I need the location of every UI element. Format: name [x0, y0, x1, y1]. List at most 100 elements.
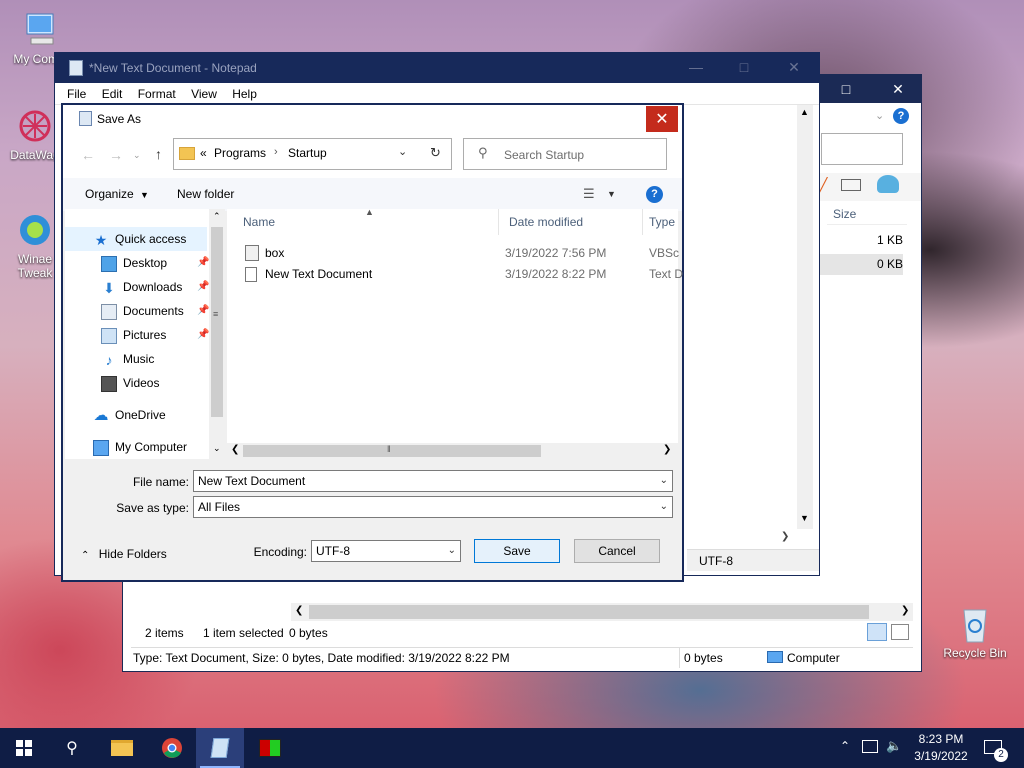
refresh-icon[interactable]: ↻	[430, 145, 441, 161]
taskbar-file-explorer[interactable]	[98, 728, 146, 768]
nav-item-quick-access[interactable]: ★ Quick access	[93, 228, 187, 250]
chevron-up-icon[interactable]: ⌃	[840, 739, 850, 753]
organize-label: Organize	[85, 187, 134, 201]
scroll-left-icon[interactable]: ❮	[295, 605, 303, 616]
chevron-down-icon[interactable]: ⌄	[660, 471, 668, 491]
scroll-down-icon[interactable]: ▼	[800, 513, 809, 523]
nav-item-documents[interactable]: Documents 📌	[101, 300, 225, 322]
nav-item-videos[interactable]: Videos	[101, 372, 159, 394]
hide-folders-label: Hide Folders	[98, 547, 167, 561]
file-row[interactable]: New Text Document 3/19/2022 8:22 PM Text…	[233, 264, 683, 285]
up-arrow-icon[interactable]: ↑	[155, 146, 162, 162]
breadcrumb-programs[interactable]: Programs	[214, 146, 266, 160]
chevron-down-icon[interactable]: ⌄	[875, 109, 884, 122]
view-dropdown-icon[interactable]: ▼	[607, 189, 616, 199]
notepad-close-button[interactable]: ✕	[771, 53, 817, 81]
explorer-maximize-button[interactable]: □	[823, 75, 869, 103]
edit-icon[interactable]: ╱	[819, 177, 827, 194]
scroll-thumb[interactable]	[211, 227, 223, 417]
pictures-icon	[101, 327, 117, 344]
save-button[interactable]: Save	[474, 539, 560, 563]
breadcrumb[interactable]: « Programs › Startup ⌄ ↻	[173, 138, 452, 170]
taskbar-notepad[interactable]	[196, 728, 244, 768]
column-header-type[interactable]: Type	[643, 209, 678, 235]
explorer-horizontal-scrollbar[interactable]: ❮ ❯	[291, 603, 913, 621]
breadcrumb-startup[interactable]: Startup	[288, 146, 327, 160]
save-as-type-label: Save as type:	[116, 501, 189, 515]
folder-icon	[111, 740, 133, 756]
encoding-select[interactable]: UTF-8 ⌄	[311, 540, 461, 562]
file-list-pane: ▲ Name Date modified Type box 3/19/2022 …	[227, 207, 683, 459]
notepad-minimize-button[interactable]: —	[673, 53, 719, 81]
explorer-details-bar: Type: Text Document, Size: 0 bytes, Date…	[131, 647, 913, 668]
file-list-horizontal-scrollbar[interactable]: ❮ ‖ ❯	[227, 443, 678, 459]
scroll-down-icon[interactable]: ⌄	[213, 443, 221, 454]
clock-time: 8:23 PM	[918, 732, 964, 746]
nav-item-desktop[interactable]: Desktop 📌	[101, 252, 225, 274]
explorer-search-box[interactable]	[821, 133, 903, 165]
breadcrumb-dropdown-icon[interactable]: ⌄	[398, 145, 407, 158]
view-options-icon[interactable]: ☰	[583, 186, 595, 202]
column-header-date-modified[interactable]: Date modified	[499, 209, 643, 235]
clock[interactable]: 8:23 PM 3/19/2022	[906, 732, 976, 763]
recent-locations-icon[interactable]: ⌄	[133, 150, 141, 161]
navigation-scrollbar[interactable]: ⌃ ≡ ⌄	[209, 209, 225, 459]
notepad-scroll-right-icon[interactable]: ❯	[781, 531, 789, 542]
organize-button[interactable]: Organize ▼	[85, 187, 149, 201]
start-button[interactable]	[0, 728, 48, 768]
scroll-right-icon[interactable]: ❯	[901, 605, 909, 616]
explorer-close-button[interactable]: ✕	[875, 75, 921, 103]
nav-item-downloads[interactable]: ⬇ Downloads 📌	[101, 276, 225, 298]
nav-item-onedrive[interactable]: ☁ OneDrive	[93, 404, 166, 426]
forward-arrow-icon[interactable]: →	[109, 147, 123, 163]
menu-help[interactable]: Help	[226, 83, 263, 105]
chevron-down-icon[interactable]: ⌄	[448, 541, 456, 561]
network-icon[interactable]	[862, 740, 878, 753]
save-as-type-select[interactable]: All Files ⌄	[193, 496, 673, 518]
dialog-close-button[interactable]: ✕	[646, 106, 678, 134]
breadcrumb-prefix[interactable]: «	[200, 146, 207, 160]
scroll-up-icon[interactable]: ▲	[800, 107, 809, 117]
search-input[interactable]: ⚲ Search Startup	[463, 138, 667, 170]
file-name-input[interactable]: New Text Document ⌄	[193, 470, 673, 492]
file-row[interactable]: box 3/19/2022 7:56 PM VBSc	[233, 243, 679, 264]
menu-view[interactable]: View	[185, 83, 223, 105]
taskbar-chrome[interactable]	[148, 728, 196, 768]
desktop-icon-recycle-bin[interactable]: Recycle Bin	[940, 604, 1010, 660]
menu-file[interactable]: File	[61, 83, 92, 105]
details-view-icon[interactable]	[867, 623, 887, 641]
large-icons-view-icon[interactable]	[891, 624, 909, 640]
pin-icon: 📌	[197, 257, 210, 268]
nav-item-music[interactable]: ♪ Music	[101, 348, 155, 370]
scroll-thumb[interactable]	[309, 605, 869, 619]
menu-format[interactable]: Format	[132, 83, 182, 105]
cancel-button[interactable]: Cancel	[574, 539, 660, 563]
star-icon: ★	[94, 231, 108, 248]
column-header-name[interactable]: Name	[233, 209, 499, 235]
search-button[interactable]: ⚲	[48, 728, 96, 768]
shell-icon[interactable]	[877, 175, 899, 193]
chevron-down-icon[interactable]: ⌄	[660, 497, 668, 517]
help-icon[interactable]: ?	[893, 108, 909, 124]
notepad-titlebar: *New Text Document - Notepad — □ ✕	[55, 53, 819, 83]
nav-item-my-computer[interactable]: My Computer	[93, 436, 187, 458]
rename-icon[interactable]	[841, 179, 861, 191]
notepad-maximize-button[interactable]: □	[721, 53, 767, 81]
help-icon[interactable]: ?	[646, 186, 663, 203]
back-arrow-icon[interactable]: ←	[81, 147, 95, 163]
new-folder-button[interactable]: New folder	[177, 187, 234, 201]
notepad-vertical-scrollbar[interactable]: ▲ ▼	[797, 105, 813, 529]
explorer-size-column[interactable]: Size	[827, 203, 907, 225]
scroll-thumb[interactable]	[243, 445, 541, 457]
notification-count-badge: 2	[994, 748, 1008, 762]
menu-edit[interactable]: Edit	[96, 83, 129, 105]
volume-icon[interactable]: 🔈	[886, 738, 902, 754]
taskbar: ⚲ ⌃ 🔈 8:23 PM 3/19/2022 2	[0, 728, 1024, 768]
nav-label: Music	[123, 352, 155, 366]
nav-item-pictures[interactable]: Pictures 📌	[101, 324, 225, 346]
hide-folders-button[interactable]: ⌃ Hide Folders	[81, 547, 167, 561]
scroll-right-icon[interactable]: ❯	[663, 444, 671, 455]
scroll-left-icon[interactable]: ❮	[231, 444, 239, 455]
taskbar-app[interactable]	[246, 728, 294, 768]
scroll-up-icon[interactable]: ⌃	[213, 211, 221, 222]
